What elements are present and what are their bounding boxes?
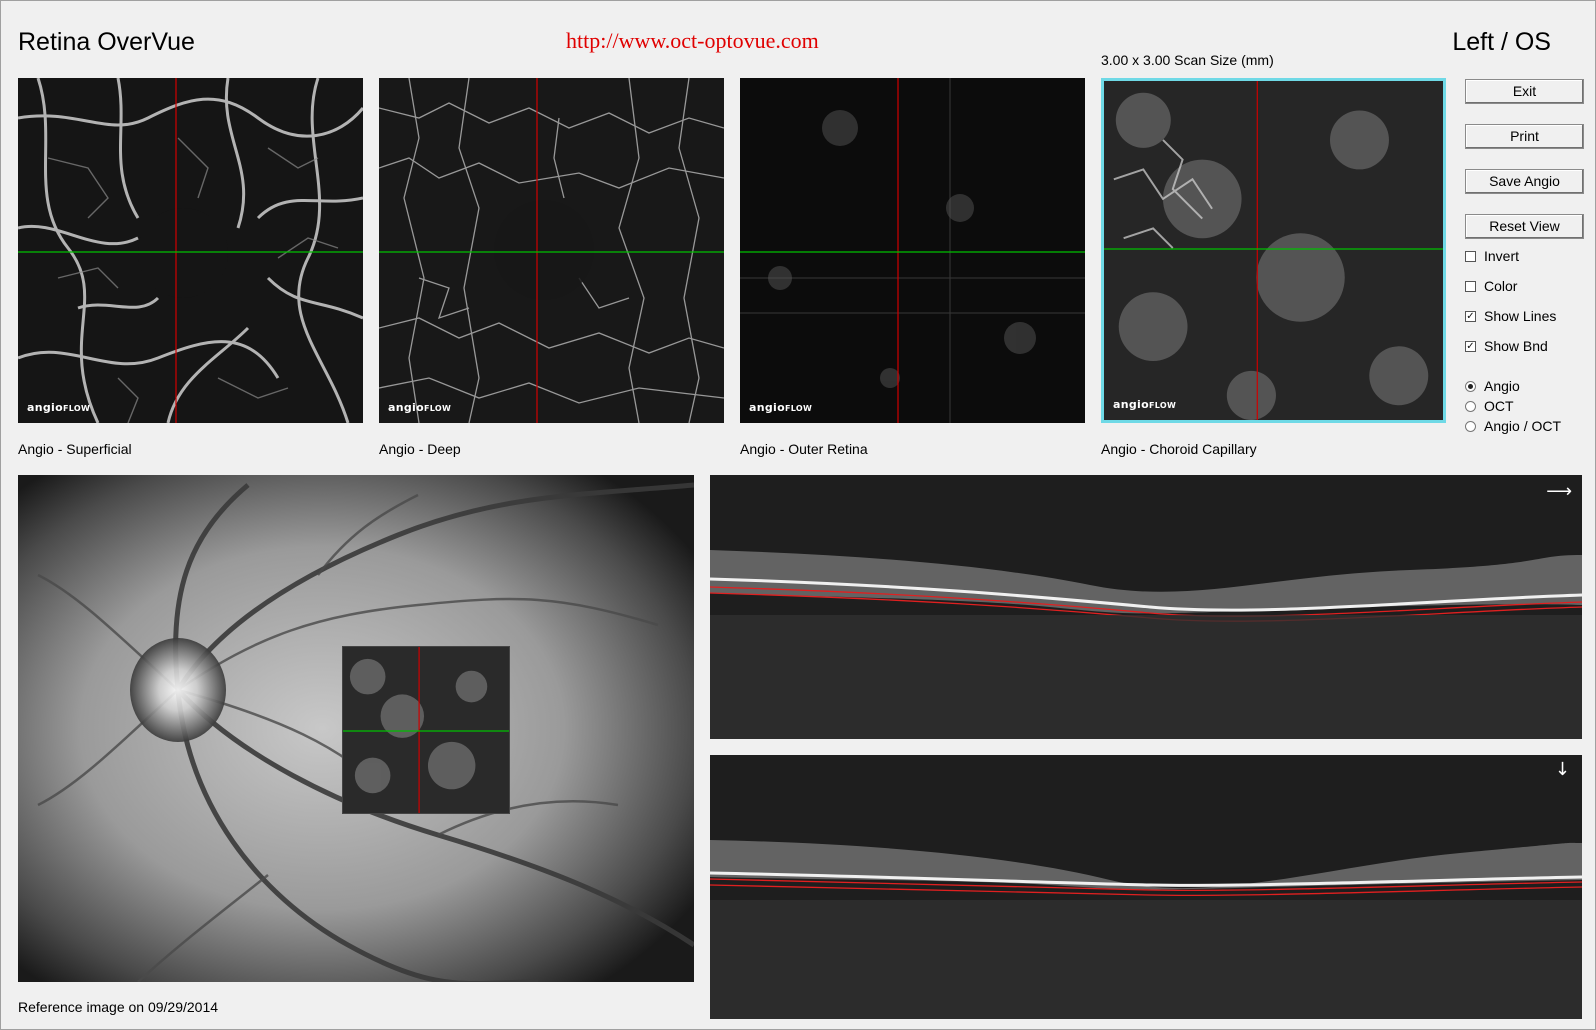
reset-view-button[interactable]: Reset View (1465, 214, 1584, 239)
thumb-label-outer-retina: Angio - Outer Retina (740, 441, 868, 457)
show-bnd-label: Show Bnd (1484, 338, 1548, 354)
thumb-label-choroid-capillary: Angio - Choroid Capillary (1101, 441, 1257, 457)
angio-outer-retina-image[interactable]: angioFLOW (740, 78, 1085, 423)
bscan-vertical-image (710, 755, 1582, 1019)
oct-bscan-vertical[interactable]: ↓ (710, 755, 1582, 1019)
check-icon[interactable]: ✓ (1465, 310, 1476, 322)
app-window: Retina OverVue http://www.oct-optovue.co… (0, 0, 1596, 1030)
radio-dot[interactable] (1465, 380, 1476, 392)
app-title: Retina OverVue (18, 28, 195, 56)
eye-indicator: Left / OS (1452, 28, 1551, 56)
angioflow-logo: angioFLOW (388, 401, 452, 414)
vessel-map-superficial (18, 78, 363, 423)
bscan-horizontal-image (710, 475, 1582, 739)
thumb-label-superficial: Angio - Superficial (18, 441, 132, 457)
vessel-map-outer-retina (740, 78, 1085, 423)
exit-button[interactable]: Exit (1465, 79, 1584, 104)
show-lines-label: Show Lines (1484, 308, 1557, 324)
show-bnd-checkbox[interactable]: ✓ Show Bnd (1465, 338, 1548, 354)
angio-deep-image[interactable]: angioFLOW (379, 78, 724, 423)
color-checkbox[interactable]: Color (1465, 278, 1517, 294)
oct-radio[interactable]: OCT (1465, 398, 1514, 414)
angioflow-logo: angioFLOW (749, 401, 813, 414)
show-lines-checkbox[interactable]: ✓ Show Lines (1465, 308, 1556, 324)
print-button[interactable]: Print (1465, 124, 1584, 149)
checkbox-box[interactable] (1465, 280, 1476, 292)
horizontal-arrow-icon: ⟶ (1546, 481, 1572, 502)
angio-radio[interactable]: Angio (1465, 378, 1520, 394)
vessel-map-deep (379, 78, 724, 423)
save-angio-button[interactable]: Save Angio (1465, 169, 1584, 194)
vertical-arrow-icon: ↓ (1554, 759, 1570, 780)
thumb-label-deep: Angio - Deep (379, 441, 461, 457)
radio-dot[interactable] (1465, 400, 1476, 412)
check-icon[interactable]: ✓ (1465, 340, 1476, 352)
angio-overlay-inset[interactable] (342, 646, 510, 814)
vessel-map-choroid-capillary (1104, 81, 1443, 420)
invert-label: Invert (1484, 248, 1520, 264)
angio-oct-radio-label: Angio / OCT (1484, 418, 1562, 434)
scan-size-label: 3.00 x 3.00 Scan Size (mm) (1101, 52, 1274, 68)
angio-superficial-image[interactable]: angioFLOW (18, 78, 363, 423)
fundus-reference-image[interactable] (18, 475, 694, 982)
angio-radio-label: Angio (1484, 378, 1520, 394)
reference-image-label: Reference image on 09/29/2014 (18, 999, 219, 1015)
inset-angio-map (343, 647, 509, 813)
oct-bscan-horizontal[interactable]: ⟶ (710, 475, 1582, 739)
color-label: Color (1484, 278, 1518, 294)
radio-dot[interactable] (1465, 420, 1476, 432)
angio-choroid-capillary-image[interactable]: angioFLOW (1101, 78, 1446, 423)
oct-radio-label: OCT (1484, 398, 1514, 414)
angio-oct-radio[interactable]: Angio / OCT (1465, 418, 1561, 434)
angioflow-logo: angioFLOW (27, 401, 91, 414)
website-url: http://www.oct-optovue.com (566, 28, 819, 53)
invert-checkbox[interactable]: Invert (1465, 248, 1519, 264)
angioflow-logo: angioFLOW (1113, 398, 1177, 411)
checkbox-box[interactable] (1465, 250, 1476, 262)
